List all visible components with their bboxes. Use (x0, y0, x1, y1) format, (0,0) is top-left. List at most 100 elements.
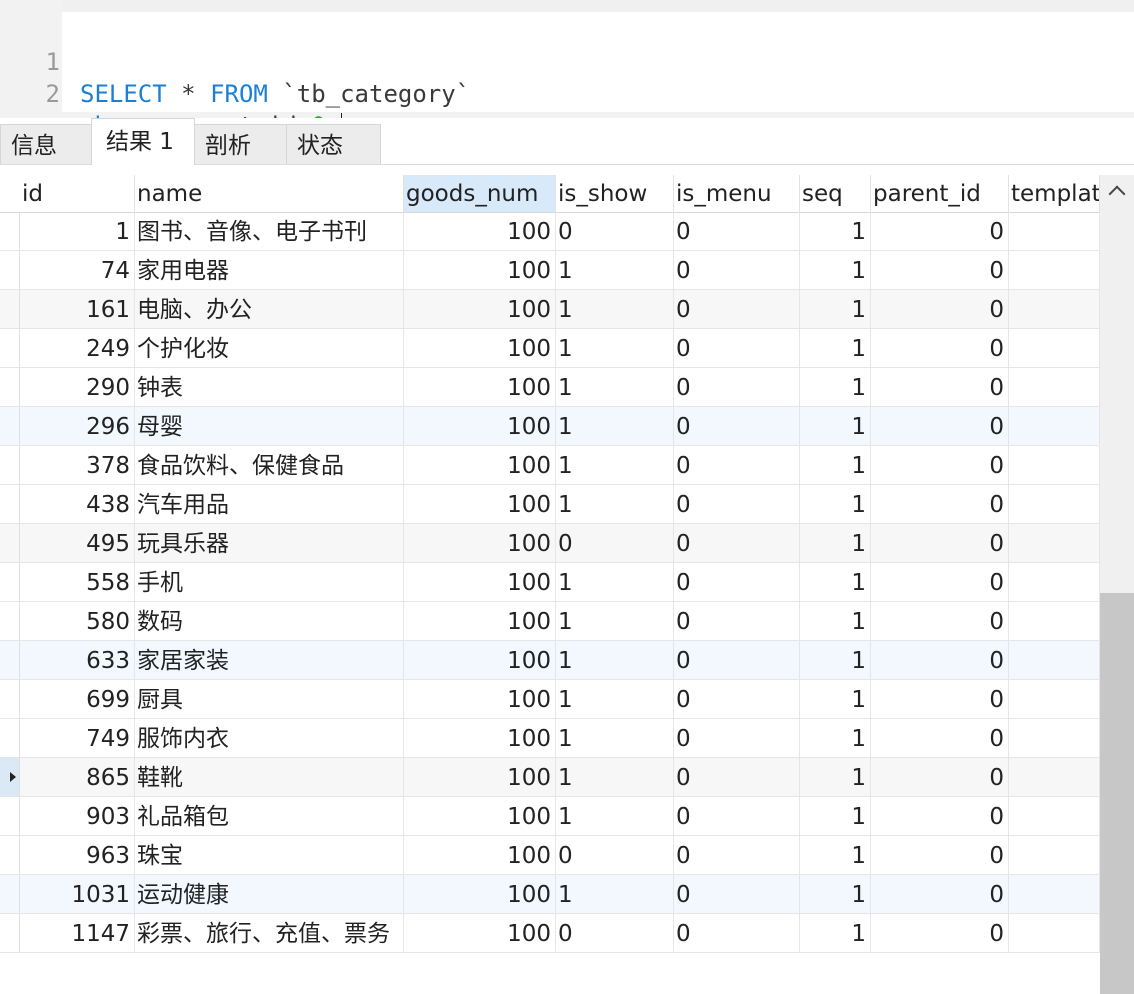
cell-goods-num[interactable]: 100 (404, 524, 556, 562)
table-row[interactable]: 963 珠宝 100 0 0 1 0 (0, 836, 1100, 875)
cell-is-show[interactable]: 1 (556, 407, 674, 445)
row-selector[interactable] (0, 524, 20, 562)
cell-name[interactable]: 母婴 (135, 407, 404, 445)
cell-template[interactable] (1009, 797, 1100, 835)
cell-is-show[interactable]: 1 (556, 797, 674, 835)
cell-seq[interactable]: 1 (800, 563, 871, 601)
row-selector[interactable] (0, 329, 20, 367)
cell-name[interactable]: 家用电器 (135, 251, 404, 289)
cell-seq[interactable]: 1 (800, 407, 871, 445)
cell-parent-id[interactable]: 0 (871, 914, 1009, 952)
cell-template[interactable] (1009, 680, 1100, 718)
cell-is-menu[interactable]: 0 (674, 719, 800, 757)
cell-seq[interactable]: 1 (800, 446, 871, 484)
cell-parent-id[interactable]: 0 (871, 875, 1009, 913)
cell-name[interactable]: 钟表 (135, 368, 404, 406)
cell-is-menu[interactable]: 0 (674, 212, 800, 250)
cell-parent-id[interactable]: 0 (871, 329, 1009, 367)
cell-template[interactable] (1009, 758, 1100, 796)
cell-is-menu[interactable]: 0 (674, 446, 800, 484)
cell-parent-id[interactable]: 0 (871, 641, 1009, 679)
cell-id[interactable]: 378 (20, 446, 135, 484)
cell-goods-num[interactable]: 100 (404, 719, 556, 757)
cell-parent-id[interactable]: 0 (871, 680, 1009, 718)
cell-is-show[interactable]: 1 (556, 446, 674, 484)
column-header-goods-num[interactable]: goods_num (404, 175, 556, 212)
row-selector[interactable] (0, 563, 20, 601)
cell-is-menu[interactable]: 0 (674, 602, 800, 640)
cell-template[interactable] (1009, 914, 1100, 952)
scroll-thumb[interactable] (1100, 593, 1134, 994)
row-selector[interactable] (0, 836, 20, 874)
cell-name[interactable]: 手机 (135, 563, 404, 601)
row-selector[interactable] (0, 680, 20, 718)
cell-is-show[interactable]: 1 (556, 563, 674, 601)
cell-is-menu[interactable]: 0 (674, 485, 800, 523)
row-selector[interactable] (0, 719, 20, 757)
cell-seq[interactable]: 1 (800, 485, 871, 523)
column-header-is-menu[interactable]: is_menu (674, 175, 800, 212)
cell-goods-num[interactable]: 100 (404, 290, 556, 328)
row-selector[interactable] (0, 485, 20, 523)
cell-id[interactable]: 633 (20, 641, 135, 679)
cell-seq[interactable]: 1 (800, 368, 871, 406)
tab-info[interactable]: 信息 (0, 124, 92, 164)
cell-template[interactable] (1009, 485, 1100, 523)
cell-name[interactable]: 珠宝 (135, 836, 404, 874)
cell-is-show[interactable]: 1 (556, 680, 674, 718)
cell-parent-id[interactable]: 0 (871, 446, 1009, 484)
table-row[interactable]: 749 服饰内衣 100 1 0 1 0 (0, 719, 1100, 758)
column-header-name[interactable]: name (135, 175, 404, 212)
cell-template[interactable] (1009, 563, 1100, 601)
cell-id[interactable]: 699 (20, 680, 135, 718)
cell-goods-num[interactable]: 100 (404, 836, 556, 874)
row-selector[interactable] (0, 914, 20, 952)
cell-id[interactable]: 963 (20, 836, 135, 874)
cell-parent-id[interactable]: 0 (871, 836, 1009, 874)
table-row[interactable]: 378 食品饮料、保健食品 100 1 0 1 0 (0, 446, 1100, 485)
cell-name[interactable]: 鞋靴 (135, 758, 404, 796)
cell-is-menu[interactable]: 0 (674, 758, 800, 796)
cell-goods-num[interactable]: 100 (404, 485, 556, 523)
code-line-1[interactable]: 1 SELECT * FROM `tb_category` (0, 14, 471, 108)
cell-id[interactable]: 296 (20, 407, 135, 445)
cell-is-show[interactable]: 1 (556, 368, 674, 406)
row-selector[interactable] (0, 641, 20, 679)
cell-seq[interactable]: 1 (800, 251, 871, 289)
cell-is-show[interactable]: 1 (556, 641, 674, 679)
table-row[interactable]: 161 电脑、办公 100 1 0 1 0 (0, 290, 1100, 329)
table-row[interactable]: 699 厨具 100 1 0 1 0 (0, 680, 1100, 719)
table-row[interactable]: 249 个护化妆 100 1 0 1 0 (0, 329, 1100, 368)
cell-parent-id[interactable]: 0 (871, 251, 1009, 289)
cell-template[interactable] (1009, 407, 1100, 445)
cell-template[interactable] (1009, 290, 1100, 328)
cell-is-menu[interactable]: 0 (674, 368, 800, 406)
cell-seq[interactable]: 1 (800, 290, 871, 328)
cell-id[interactable]: 1031 (20, 875, 135, 913)
cell-seq[interactable]: 1 (800, 836, 871, 874)
cell-is-show[interactable]: 0 (556, 836, 674, 874)
cell-is-show[interactable]: 1 (556, 290, 674, 328)
cell-is-show[interactable]: 0 (556, 524, 674, 562)
cell-is-menu[interactable]: 0 (674, 524, 800, 562)
column-header-seq[interactable]: seq (800, 175, 871, 212)
table-row[interactable]: 290 钟表 100 1 0 1 0 (0, 368, 1100, 407)
cell-seq[interactable]: 1 (800, 212, 871, 250)
row-selector[interactable] (0, 875, 20, 913)
cell-is-show[interactable]: 1 (556, 758, 674, 796)
table-row[interactable]: 865 鞋靴 100 1 0 1 0 (0, 758, 1100, 797)
cell-is-menu[interactable]: 0 (674, 641, 800, 679)
cell-name[interactable]: 运动健康 (135, 875, 404, 913)
cell-parent-id[interactable]: 0 (871, 407, 1009, 445)
cell-id[interactable]: 495 (20, 524, 135, 562)
tab-result-1[interactable]: 结果 1 (91, 118, 195, 165)
cell-goods-num[interactable]: 100 (404, 329, 556, 367)
cell-template[interactable] (1009, 446, 1100, 484)
cell-is-menu[interactable]: 0 (674, 836, 800, 874)
sql-editor[interactable]: 1 SELECT * FROM `tb_category` 2 where pa… (0, 0, 1134, 141)
cell-is-menu[interactable]: 0 (674, 797, 800, 835)
cell-goods-num[interactable]: 100 (404, 641, 556, 679)
cell-id[interactable]: 580 (20, 602, 135, 640)
cell-id[interactable]: 290 (20, 368, 135, 406)
cell-id[interactable]: 865 (20, 758, 135, 796)
